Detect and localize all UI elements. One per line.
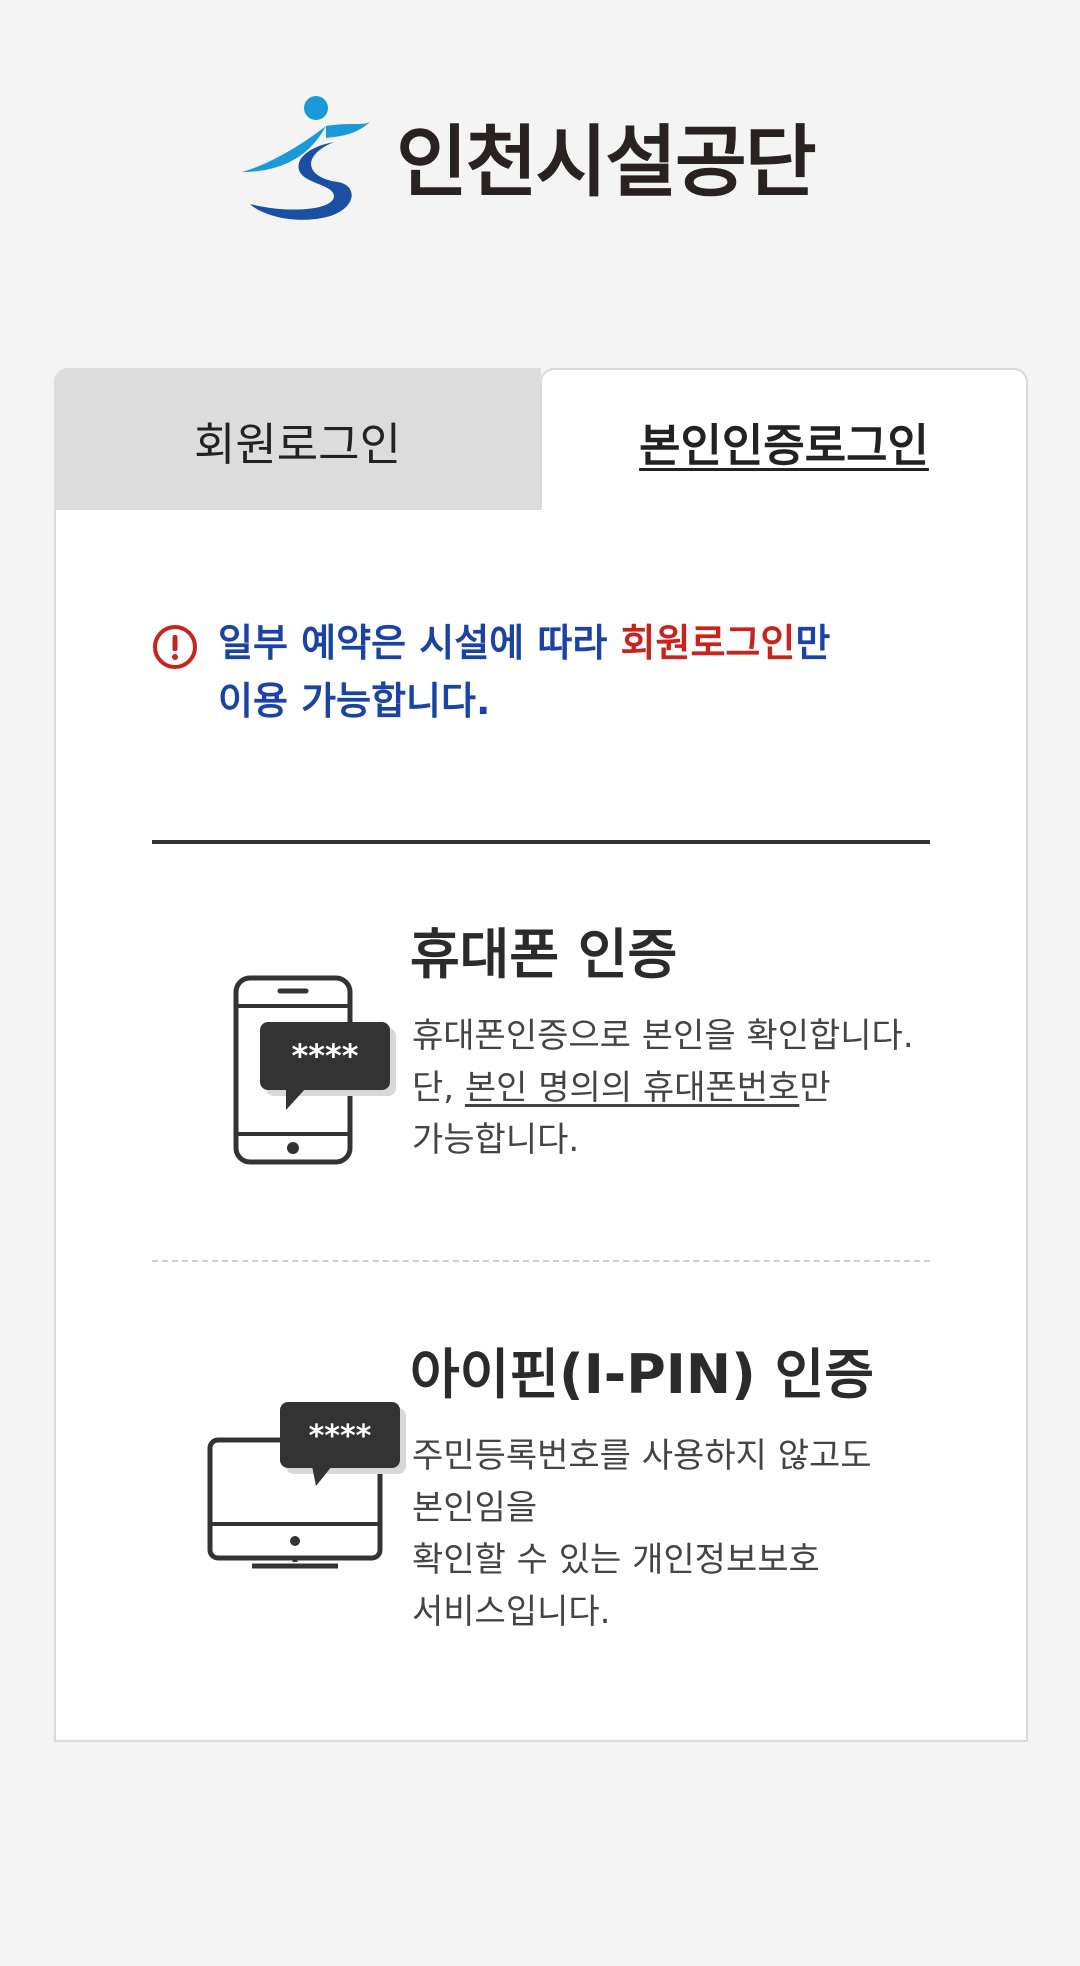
phone-auth-description: 휴대폰인증으로 본인을 확인합니다. 단, 본인 명의의 휴대폰번호만 가능합니… <box>412 1010 932 1166</box>
section-divider <box>152 840 930 844</box>
alert-icon <box>153 625 197 669</box>
notice-line2: 이용 가능합니다. <box>218 679 491 723</box>
login-page: 인천시설공단 회원로그인 본인인증로그인 일부 예약은 시설에 따라 회원로그인… <box>0 0 1080 1966</box>
tab-member-login[interactable]: 회원로그인 <box>54 368 541 512</box>
ipin-desc-line2: 본인임을 <box>412 1488 538 1528</box>
phone-desc-line2-suffix: 만 <box>799 1068 831 1108</box>
smartphone-password-icon: **** <box>233 975 396 1165</box>
notice-text: 일부 예약은 시설에 따라 회원로그인만 이용 가능합니다. <box>218 614 830 730</box>
phone-desc-line2-underlined: 본인 명의의 휴대폰번호 <box>464 1068 800 1108</box>
phone-auth-title: 휴대폰 인증 <box>410 923 678 986</box>
notice-highlight: 회원로그인 <box>620 621 796 665</box>
notice: 일부 예약은 시설에 따라 회원로그인만 이용 가능합니다. <box>152 614 912 730</box>
phone-desc-line1: 휴대폰인증으로 본인을 확인합니다. <box>412 1016 914 1056</box>
monitor-password-icon: **** <box>207 1402 406 1569</box>
option-divider <box>152 1260 930 1262</box>
tab-identity-login-label: 본인인증로그인 <box>639 418 929 472</box>
notice-suffix: 만 <box>795 621 831 665</box>
logo-text: 인천시설공단 <box>396 118 817 208</box>
tab-member-login-label: 회원로그인 <box>193 417 401 471</box>
notice-prefix: 일부 예약은 시설에 따라 <box>218 621 621 665</box>
ipin-auth-description: 주민등록번호를 사용하지 않고도 본인임을 확인할 수 있는 개인정보보호 서비… <box>412 1430 932 1638</box>
ipin-auth-title: 아이핀(I-PIN) 인증 <box>410 1343 874 1406</box>
ipin-desc-line3: 확인할 수 있는 개인정보보호 <box>412 1540 820 1580</box>
ipin-desc-line4: 서비스입니다. <box>412 1592 611 1632</box>
ipin-desc-line1: 주민등록번호를 사용하지 않고도 <box>412 1436 872 1476</box>
login-card: 회원로그인 본인인증로그인 일부 예약은 시설에 따라 회원로그인만 이용 가능… <box>54 368 1028 1742</box>
phone-desc-line2-prefix: 단, <box>412 1068 465 1108</box>
tab-identity-login[interactable]: 본인인증로그인 <box>540 368 1028 512</box>
phone-icon-mask-text: **** <box>292 1037 359 1075</box>
ipin-icon-mask-text: **** <box>309 1419 372 1454</box>
ipin-auth-option[interactable]: **** 아이핀(I-PIN) 인증 주민등록번호를 사용하지 않고도 본인임을… <box>152 1330 930 1660</box>
brand-logo: 인천시설공단 <box>230 86 850 226</box>
logo-mark-icon <box>242 96 370 220</box>
identity-login-panel: 일부 예약은 시설에 따라 회원로그인만 이용 가능합니다. **** 휴대폰 … <box>54 510 1028 1742</box>
login-tabs: 회원로그인 본인인증로그인 <box>54 368 1028 512</box>
phone-desc-line3: 가능합니다. <box>412 1120 580 1160</box>
phone-auth-option[interactable]: **** 휴대폰 인증 휴대폰인증으로 본인을 확인합니다. 단, 본인 명의의… <box>152 910 930 1210</box>
